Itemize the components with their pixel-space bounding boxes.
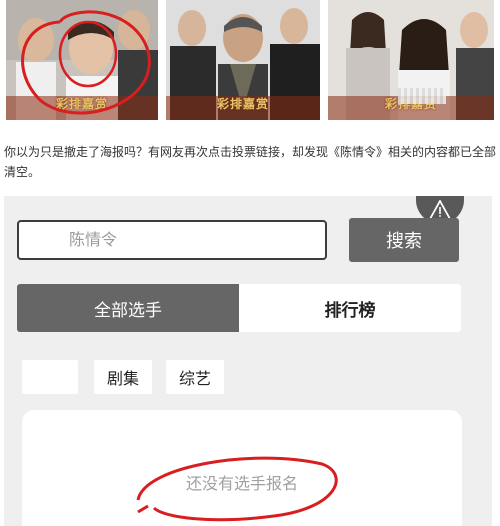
- empty-state-message: 还没有选手报名: [185, 474, 298, 493]
- tab-bar: 全部选手 排行榜: [17, 284, 461, 332]
- tab-all-contestants[interactable]: 全部选手: [17, 284, 239, 332]
- article-paragraph: 你以为只是撤走了海报吗？有网友再次点击投票链接，却发现《陈情令》相关的内容都已全…: [4, 145, 497, 179]
- tab-ranking[interactable]: 排行榜: [239, 284, 461, 332]
- filter-chip-drama[interactable]: 剧集: [94, 360, 152, 394]
- search-input[interactable]: 陈情令: [17, 220, 327, 260]
- poster-strip: 彩排嘉赏 彩排嘉赏 彩排嘉赏: [0, 0, 500, 120]
- blurred-watermark: [398, 88, 446, 104]
- search-button[interactable]: 搜索: [349, 218, 459, 262]
- empty-results-panel: 还没有选手报名: [22, 410, 462, 526]
- poster-brand-label: 彩排嘉赏: [55, 97, 109, 111]
- poster-brand-label: 彩排嘉赏: [216, 97, 270, 111]
- filter-chip-variety[interactable]: 综艺: [166, 360, 224, 394]
- filter-chip-blank[interactable]: [22, 360, 78, 394]
- poster-image-1: 彩排嘉赏: [6, 0, 158, 120]
- app-screenshot: 陈情令 搜索 全部选手 排行榜 剧集 综艺 还没有选手报名: [4, 196, 492, 526]
- poster-image-2: 彩排嘉赏: [166, 0, 320, 120]
